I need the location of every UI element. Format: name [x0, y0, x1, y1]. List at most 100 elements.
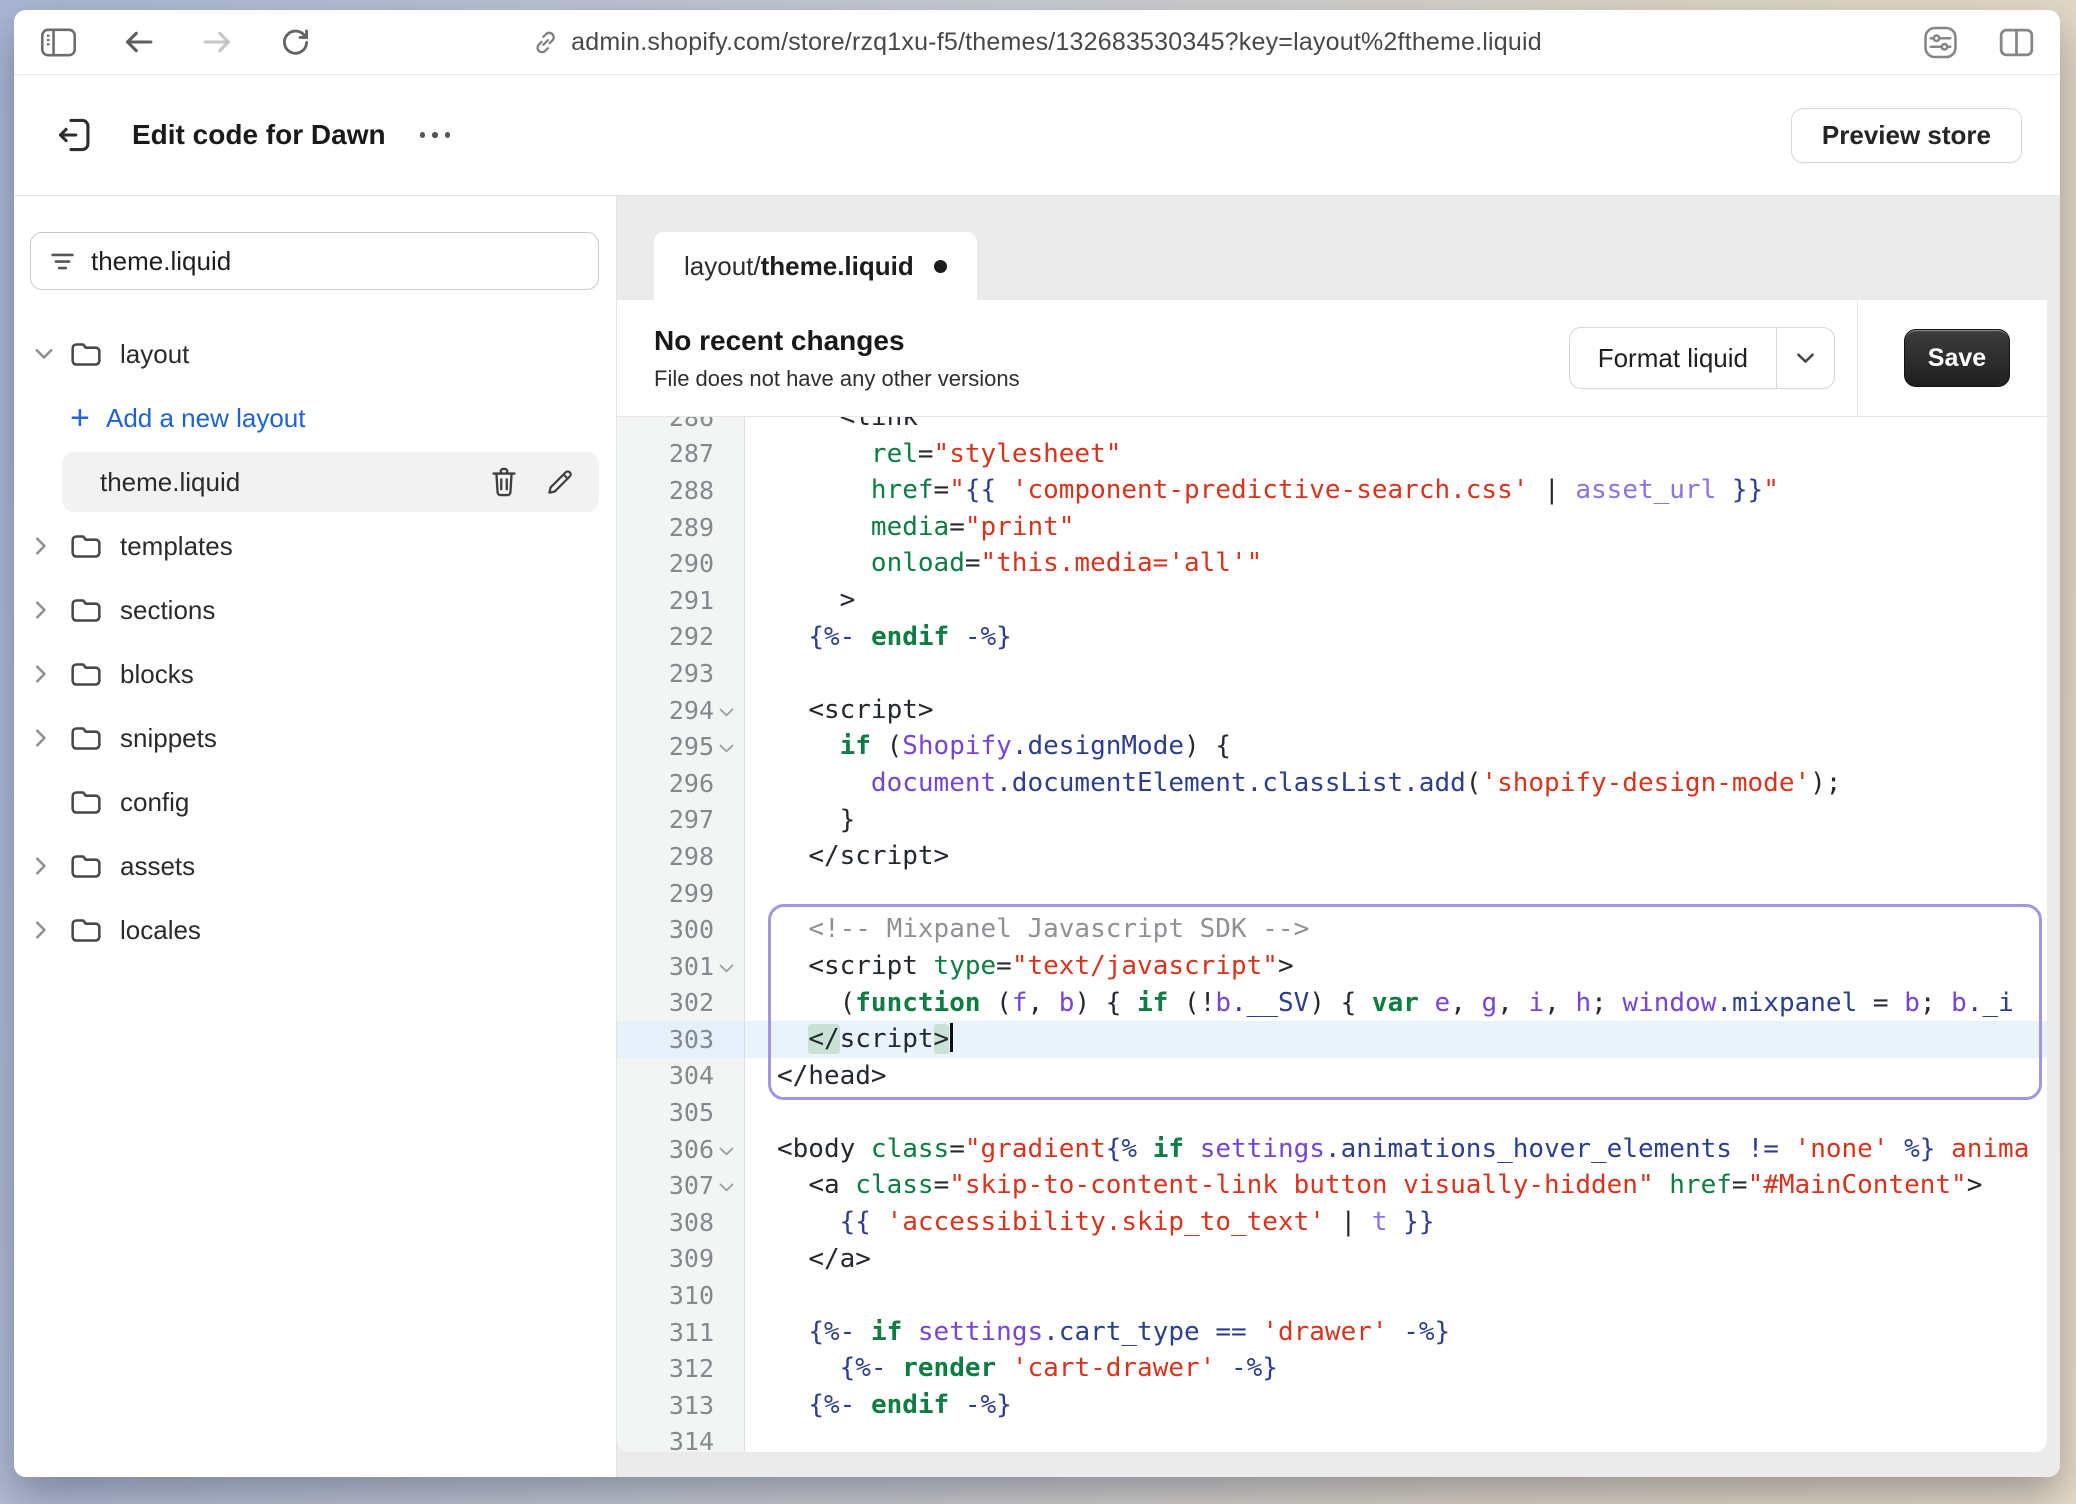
chevron-right-icon[interactable]	[34, 920, 70, 940]
code-line-308[interactable]: 308 {{ 'accessibility.skip_to_text' | t …	[617, 1204, 2047, 1241]
search-input[interactable]	[91, 246, 580, 277]
code-line-text[interactable]	[745, 1424, 2047, 1452]
code-line-302[interactable]: 302 (function (f, b) { if (!b.__SV) { va…	[617, 985, 2047, 1022]
code-line-292[interactable]: 292 {%- endif -%}	[617, 619, 2047, 656]
code-line-290[interactable]: 290 onload="this.media='all'"	[617, 545, 2047, 582]
code-line-295[interactable]: 295 if (Shopify.designMode) {	[617, 728, 2047, 765]
code-line-text[interactable]: </script>	[745, 838, 2047, 875]
code-line-text[interactable]: </script>	[745, 1021, 2047, 1058]
code-line-text[interactable]: <link	[745, 417, 2047, 436]
code-line-text[interactable]: <body class="gradient{% if settings.anim…	[745, 1131, 2047, 1168]
code-line-text[interactable]	[745, 1277, 2047, 1314]
chevron-down-icon[interactable]	[34, 347, 70, 361]
code-line-288[interactable]: 288 href="{{ 'component-predictive-searc…	[617, 472, 2047, 509]
exit-icon[interactable]	[54, 114, 96, 156]
delete-file-icon[interactable]	[489, 466, 519, 498]
code-line-307[interactable]: 307 <a class="skip-to-content-link butto…	[617, 1167, 2047, 1204]
split-view-icon[interactable]	[1999, 27, 2034, 58]
code-line-text[interactable]: {%- endif -%}	[745, 619, 2047, 656]
code-line-text[interactable]	[745, 1094, 2047, 1131]
fold-chevron-icon[interactable]	[714, 740, 738, 753]
code-line-311[interactable]: 311 {%- if settings.cart_type == 'drawer…	[617, 1314, 2047, 1351]
code-line-300[interactable]: 300 <!-- Mixpanel Javascript SDK -->	[617, 911, 2047, 948]
code-line-301[interactable]: 301 <script type="text/javascript">	[617, 948, 2047, 985]
code-line-309[interactable]: 309 </a>	[617, 1241, 2047, 1278]
chevron-right-icon[interactable]	[34, 728, 70, 748]
code-line-286[interactable]: 286 <link	[617, 417, 2047, 436]
code-line-text[interactable]: >	[745, 582, 2047, 619]
code-line-313[interactable]: 313 {%- endif -%}	[617, 1387, 2047, 1424]
code-line-298[interactable]: 298 </script>	[617, 838, 2047, 875]
back-icon[interactable]	[121, 27, 156, 57]
fold-chevron-icon[interactable]	[714, 1179, 738, 1192]
page-settings-icon[interactable]	[1922, 25, 1959, 60]
code-line-text[interactable]: </a>	[745, 1241, 2047, 1278]
code-line-291[interactable]: 291 >	[617, 582, 2047, 619]
code-line-text[interactable]: document.documentElement.classList.add('…	[745, 765, 2047, 802]
chevron-right-icon[interactable]	[34, 856, 70, 876]
sidebar-toggle-icon[interactable]	[40, 27, 77, 58]
overflow-menu-icon[interactable]	[420, 132, 451, 138]
sidebar-item-layout[interactable]: layout	[14, 322, 616, 386]
code-line-text[interactable]: }	[745, 802, 2047, 839]
code-line-287[interactable]: 287 rel="stylesheet"	[617, 436, 2047, 473]
sidebar-item-config[interactable]: config	[14, 770, 616, 834]
chevron-right-icon[interactable]	[34, 536, 70, 556]
forward-icon[interactable]	[200, 27, 235, 57]
code-line-305[interactable]: 305	[617, 1094, 2047, 1131]
code-line-310[interactable]: 310	[617, 1277, 2047, 1314]
preview-store-button[interactable]: Preview store	[1791, 108, 2022, 163]
code-line-text[interactable]: {{ 'accessibility.skip_to_text' | t }}	[745, 1204, 2047, 1241]
tab-theme-liquid[interactable]: layout/theme.liquid	[654, 232, 977, 300]
code-line-306[interactable]: 306<body class="gradient{% if settings.a…	[617, 1131, 2047, 1168]
code-line-text[interactable]: {%- render 'cart-drawer' -%}	[745, 1350, 2047, 1387]
code-line-296[interactable]: 296 document.documentElement.classList.a…	[617, 765, 2047, 802]
code-line-text[interactable]: if (Shopify.designMode) {	[745, 728, 2047, 765]
save-button[interactable]: Save	[1904, 329, 2010, 387]
file-search-box[interactable]	[30, 232, 599, 290]
fold-chevron-icon[interactable]	[714, 960, 738, 973]
chevron-right-icon[interactable]	[34, 664, 70, 684]
code-editor[interactable]: 286 <link287 rel="stylesheet"288 href="{…	[617, 417, 2047, 1452]
fold-chevron-icon[interactable]	[714, 1143, 738, 1156]
code-line-text[interactable]: onload="this.media='all'"	[745, 545, 2047, 582]
code-line-text[interactable]: {%- if settings.cart_type == 'drawer' -%…	[745, 1314, 2047, 1351]
sidebar-item-blocks[interactable]: blocks	[14, 642, 616, 706]
sidebar-item-sections[interactable]: sections	[14, 578, 616, 642]
sidebar-item-locales[interactable]: locales	[14, 898, 616, 962]
fold-chevron-icon[interactable]	[714, 704, 738, 717]
reload-icon[interactable]	[279, 26, 312, 59]
code-line-312[interactable]: 312 {%- render 'cart-drawer' -%}	[617, 1350, 2047, 1387]
code-line-314[interactable]: 314	[617, 1424, 2047, 1452]
code-line-text[interactable]	[745, 875, 2047, 912]
code-line-text[interactable]: <script type="text/javascript">	[745, 948, 2047, 985]
line-number: 293	[669, 659, 714, 688]
code-line-304[interactable]: 304</head>	[617, 1058, 2047, 1095]
code-line-303[interactable]: 303 </script>	[617, 1021, 2047, 1058]
code-line-299[interactable]: 299	[617, 875, 2047, 912]
sidebar-item-assets[interactable]: assets	[14, 834, 616, 898]
code-line-text[interactable]: <!-- Mixpanel Javascript SDK -->	[745, 911, 2047, 948]
sidebar-item-snippets[interactable]: snippets	[14, 706, 616, 770]
code-line-293[interactable]: 293	[617, 655, 2047, 692]
code-line-297[interactable]: 297 }	[617, 802, 2047, 839]
code-line-text[interactable]: rel="stylesheet"	[745, 436, 2047, 473]
address-bar[interactable]: admin.shopify.com/store/rzq1xu-f5/themes…	[532, 10, 1542, 74]
code-line-text[interactable]: (function (f, b) { if (!b.__SV) { var e,…	[745, 985, 2047, 1022]
code-line-text[interactable]: href="{{ 'component-predictive-search.cs…	[745, 472, 2047, 509]
edit-file-icon[interactable]	[545, 467, 575, 497]
code-line-text[interactable]: <script>	[745, 692, 2047, 729]
format-liquid-button[interactable]: Format liquid	[1570, 328, 1776, 388]
sidebar-item-theme-liquid[interactable]: theme.liquid	[62, 452, 599, 512]
code-line-text[interactable]: <a class="skip-to-content-link button vi…	[745, 1167, 2047, 1204]
sidebar-item-templates[interactable]: templates	[14, 514, 616, 578]
sidebar-item-add-a-new-layout[interactable]: +Add a new layout	[14, 386, 616, 450]
chevron-right-icon[interactable]	[34, 600, 70, 620]
code-line-294[interactable]: 294 <script>	[617, 692, 2047, 729]
code-line-text[interactable]: media="print"	[745, 509, 2047, 546]
code-line-text[interactable]: </head>	[745, 1058, 2047, 1095]
format-options-dropdown[interactable]	[1776, 328, 1834, 388]
code-line-text[interactable]	[745, 655, 2047, 692]
code-line-text[interactable]: {%- endif -%}	[745, 1387, 2047, 1424]
code-line-289[interactable]: 289 media="print"	[617, 509, 2047, 546]
